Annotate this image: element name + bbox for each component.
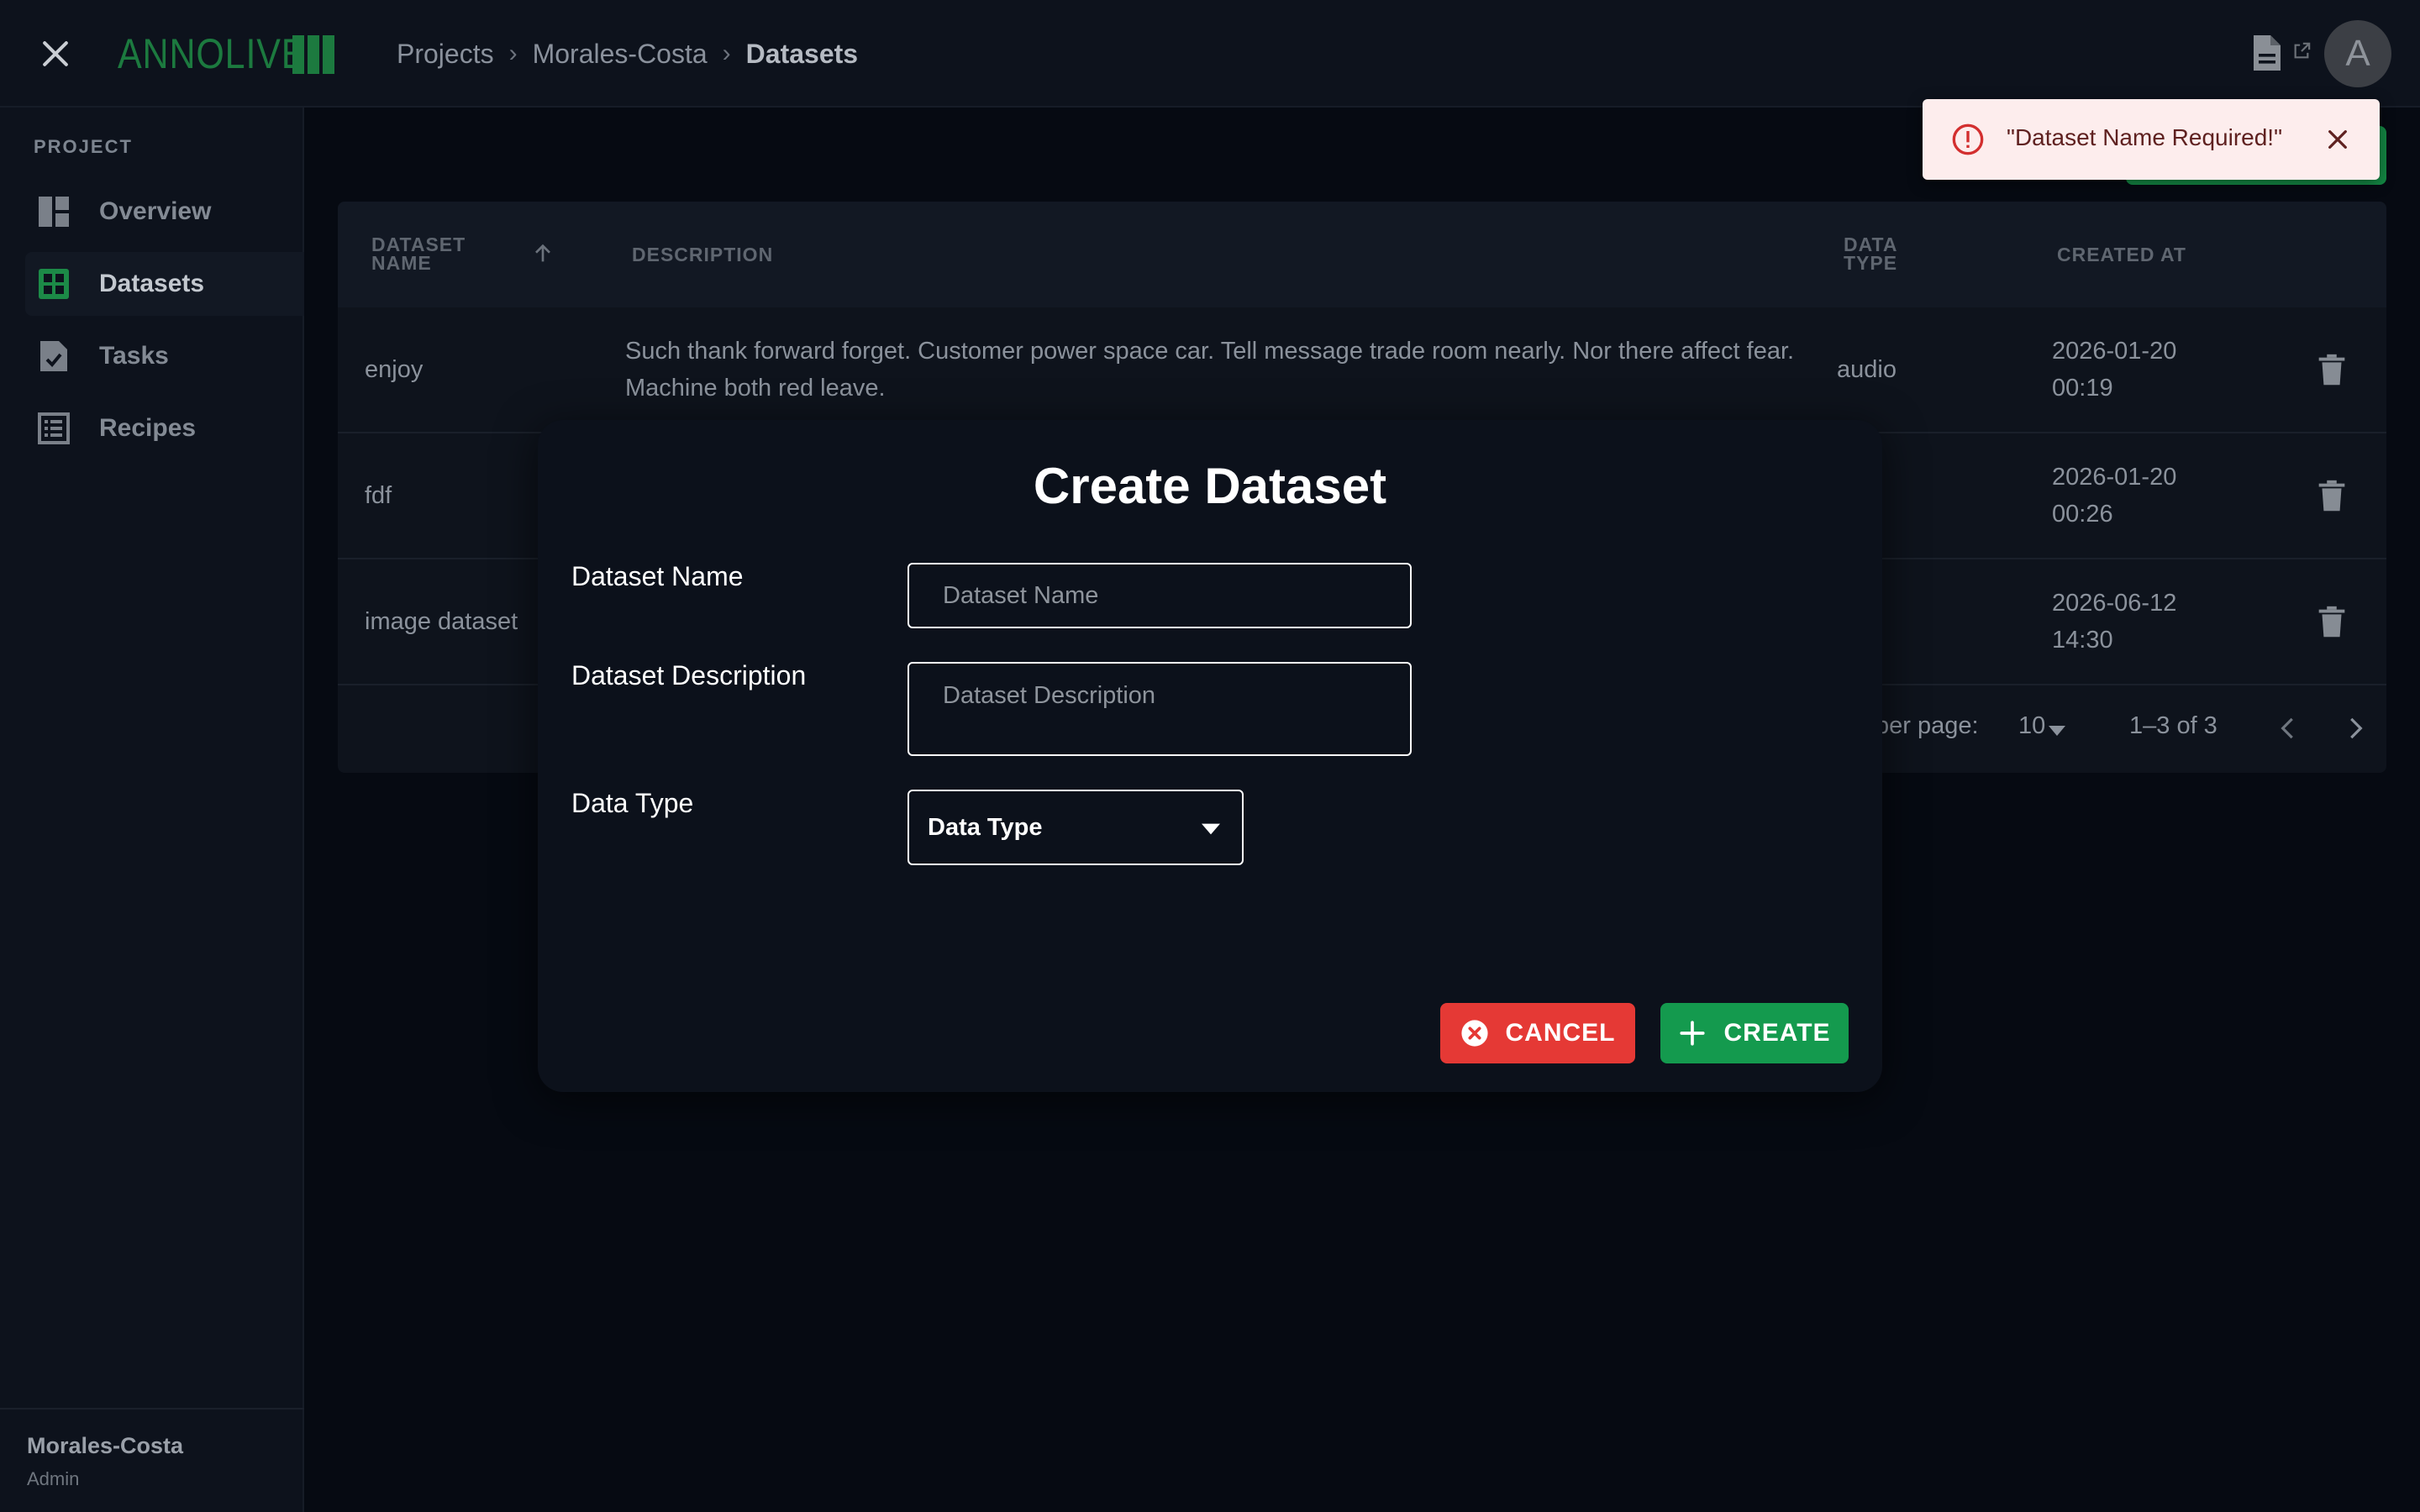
breadcrumb-projects[interactable]: Projects (397, 39, 494, 70)
cell-description: Such thank forward forget. Customer powe… (625, 338, 1795, 402)
sidebar: PROJECT Overview Datasets Tasks Recipes … (0, 108, 304, 1512)
chevron-right-icon[interactable] (2339, 712, 2371, 744)
rows-per-page-label: per page: (1876, 712, 1979, 739)
cell-name: image dataset (365, 608, 518, 635)
sidebar-heading: PROJECT (34, 136, 133, 157)
task-file-icon (40, 341, 67, 371)
create-button[interactable]: CREATE (1660, 1003, 1849, 1063)
sidebar-footer: Morales-Costa Admin (0, 1408, 304, 1512)
dialog-title: Create Dataset (1033, 458, 1387, 514)
sidebar-item-overview[interactable]: Overview (25, 180, 304, 244)
breadcrumb-separator: › (508, 39, 518, 67)
data-type-value: Data Type (928, 813, 1043, 841)
sidebar-item-label: Overview (99, 197, 212, 225)
sidebar-item-datasets[interactable]: Datasets (25, 252, 304, 316)
grid-icon (39, 269, 69, 299)
external-link-icon[interactable] (2292, 42, 2311, 60)
logo-text: ANNOLIVE (118, 30, 307, 77)
list-icon (38, 412, 70, 444)
dataset-description-input[interactable] (908, 662, 1412, 756)
sidebar-item-tasks[interactable]: Tasks (25, 324, 304, 388)
column-header-created: Created At (2057, 244, 2186, 265)
close-icon[interactable] (2324, 126, 2351, 153)
cancel-label: CANCEL (1505, 1019, 1616, 1047)
pagination-range: 1–3 of 3 (2129, 712, 2217, 739)
caret-down-icon (1202, 823, 1220, 835)
cell-created: 2026-06-12 14:30 (2052, 590, 2177, 654)
cell-created: 2026-01-20 00:19 (2052, 338, 2177, 402)
sidebar-item-label: Datasets (99, 270, 205, 297)
sidebar-item-recipes[interactable]: Recipes (25, 396, 304, 460)
table-header: Dataset Name Description Data Type Creat… (338, 202, 2386, 307)
trash-icon[interactable] (2312, 603, 2351, 642)
close-icon[interactable] (37, 35, 74, 72)
avatar[interactable]: A (2324, 20, 2391, 87)
dataset-description-label: Dataset Description (571, 660, 807, 690)
cell-created: 2026-01-20 00:26 (2052, 464, 2177, 528)
cell-name: fdf (365, 482, 392, 509)
app-logo[interactable]: ANNOLIVE (118, 30, 337, 77)
toast-message: "Dataset Name Required!" (2007, 124, 2283, 150)
document-icon[interactable] (2252, 34, 2282, 72)
project-name: Morales-Costa (27, 1433, 184, 1458)
trash-icon[interactable] (2312, 351, 2351, 390)
column-header-name[interactable]: Dataset Name (371, 235, 514, 273)
dataset-name-input[interactable] (908, 563, 1412, 628)
dataset-name-label: Dataset Name (571, 561, 744, 591)
sort-arrow-up-icon[interactable] (529, 240, 556, 267)
breadcrumb: Projects › Morales-Costa › Datasets (397, 34, 858, 74)
error-toast: "Dataset Name Required!" (1923, 99, 2380, 180)
create-label: CREATE (1723, 1019, 1831, 1047)
table-row[interactable]: enjoy Such thank forward forget. Custome… (338, 307, 2386, 433)
data-type-label: Data Type (571, 788, 694, 818)
rows-per-page-select[interactable]: 10 (2018, 712, 2045, 740)
caret-down-icon[interactable] (2047, 724, 2067, 738)
sidebar-item-label: Recipes (99, 414, 197, 442)
error-outline-icon (1952, 123, 1984, 155)
breadcrumb-project[interactable]: Morales-Costa (533, 39, 708, 70)
sidebar-item-label: Tasks (99, 342, 169, 370)
breadcrumb-current: Datasets (745, 38, 859, 69)
column-header-description: Description (632, 244, 774, 265)
data-type-select[interactable]: Data Type (908, 790, 1244, 865)
dashboard-icon (39, 197, 69, 227)
breadcrumb-separator: › (722, 39, 731, 67)
trash-icon[interactable] (2312, 477, 2351, 516)
cell-name: enjoy (365, 356, 424, 383)
plus-icon (1680, 1021, 1706, 1046)
cancel-circle-icon (1460, 1020, 1488, 1047)
chevron-left-icon[interactable] (2272, 712, 2304, 744)
create-dataset-dialog: Create Dataset Dataset Name Dataset Desc… (538, 420, 1882, 1092)
user-role: Admin (27, 1468, 80, 1489)
column-header-type: Data Type (1844, 234, 1898, 274)
cancel-button[interactable]: CANCEL (1440, 1003, 1635, 1063)
top-bar: ANNOLIVE Projects › Morales-Costa › Data… (0, 0, 2420, 108)
logo-bars-icon (292, 35, 334, 74)
cell-type: audio (1837, 356, 1897, 383)
